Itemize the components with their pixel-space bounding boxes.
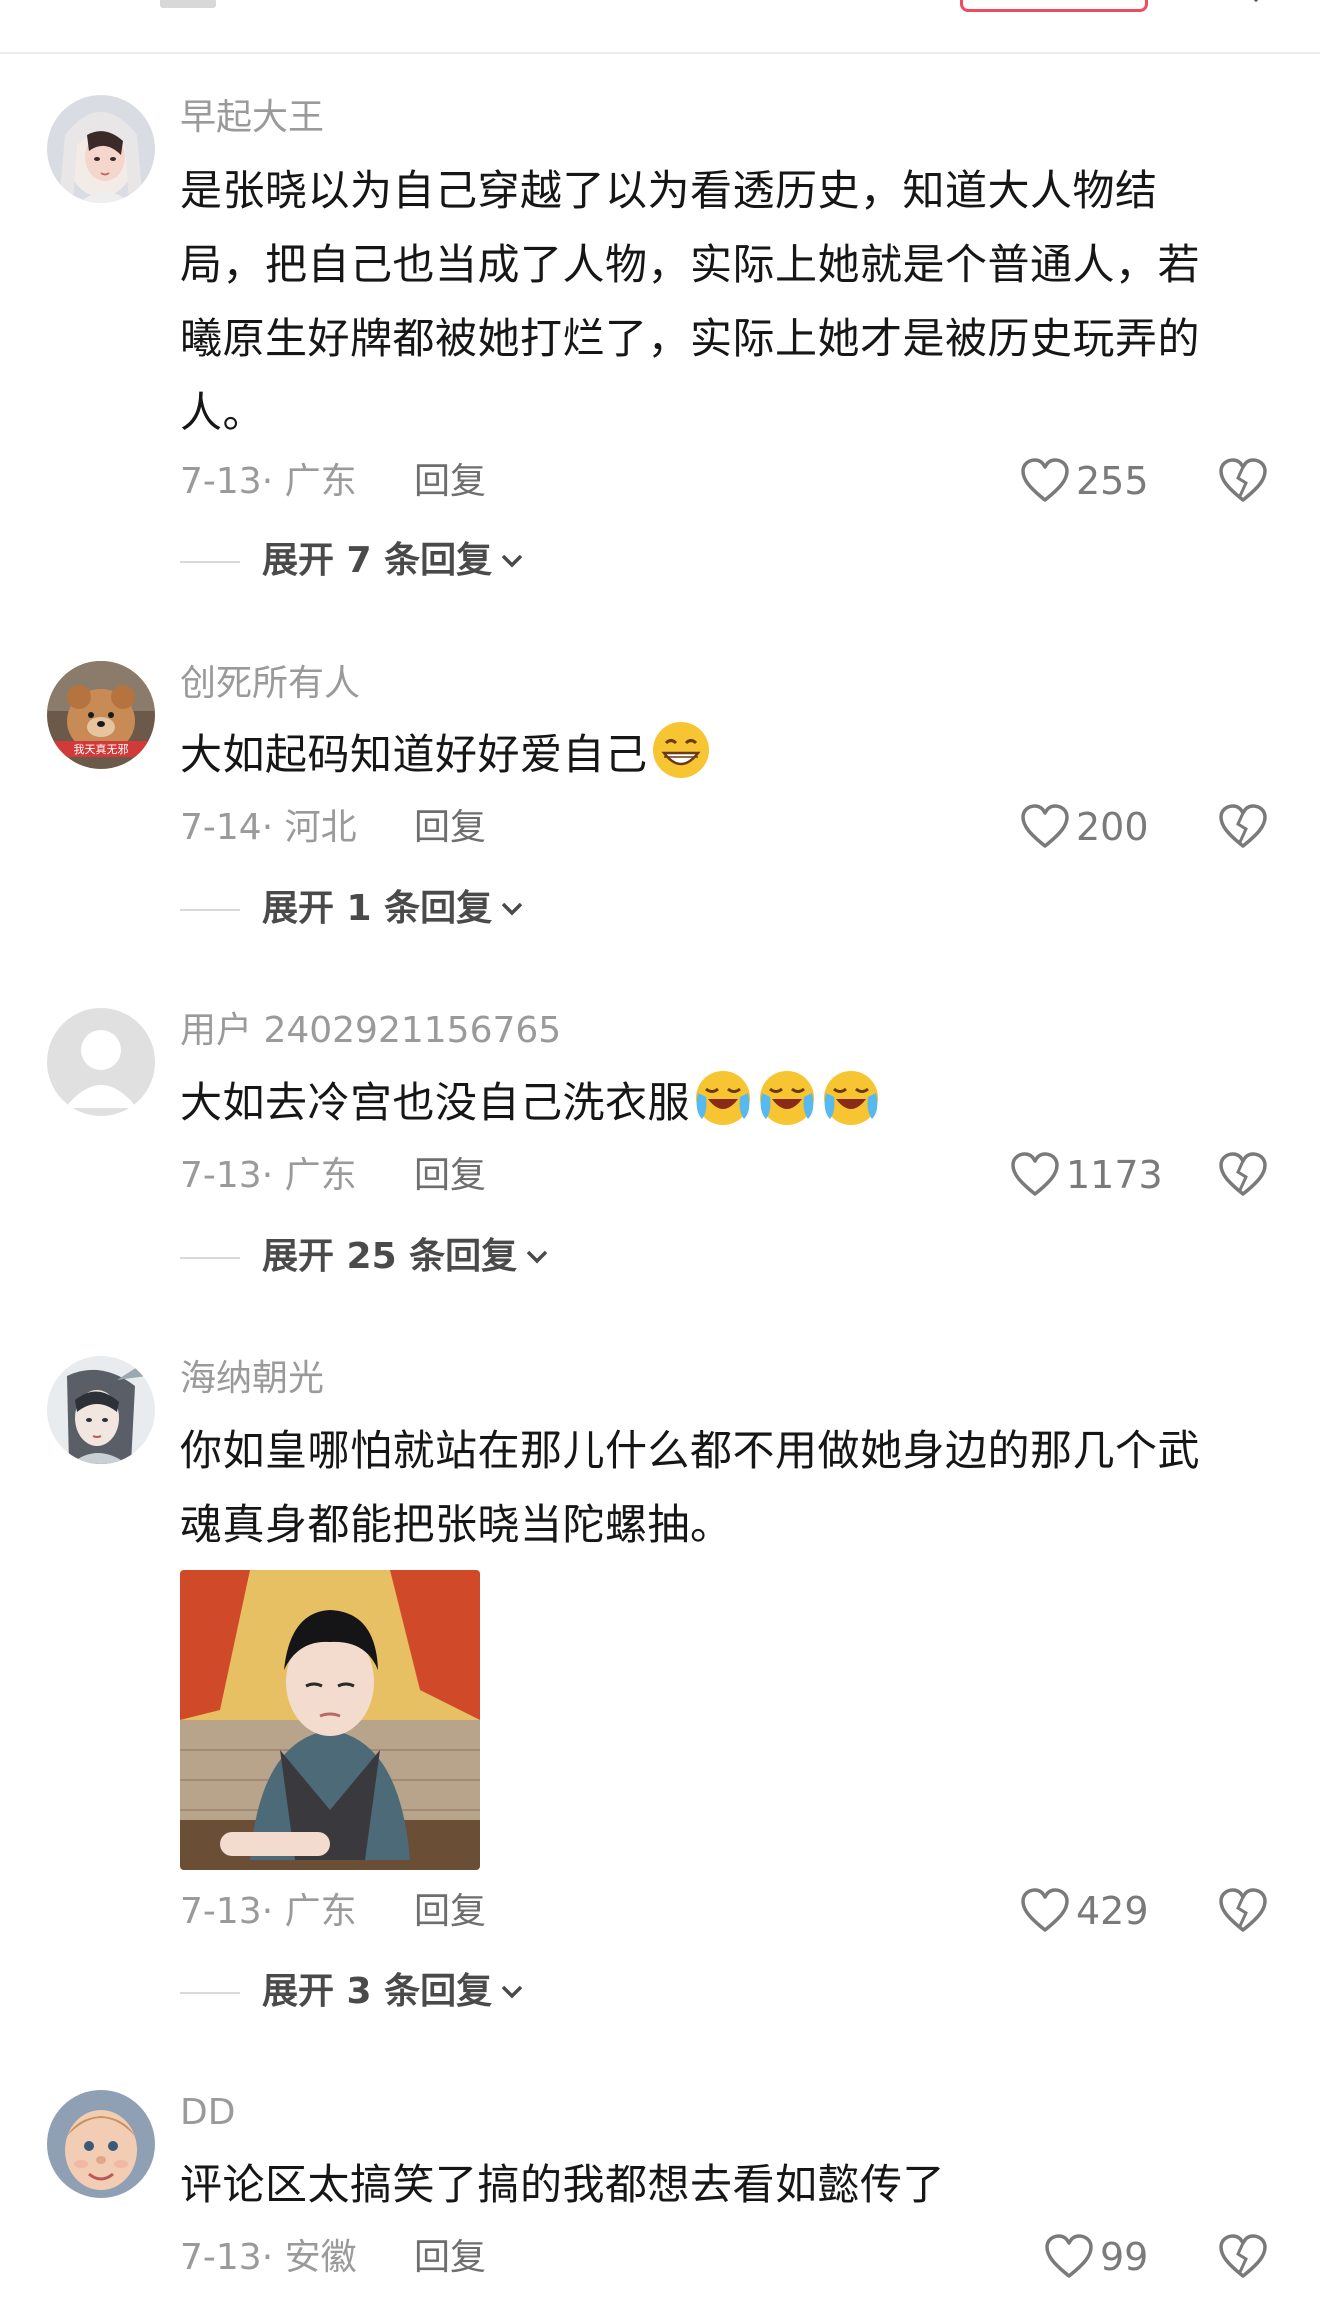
comment-image[interactable] [180, 1570, 480, 1870]
like-count: 255 [1076, 459, 1149, 503]
expand-replies-label: 展开 1 条回复 [262, 888, 493, 929]
username[interactable]: 早起大王 [180, 96, 324, 140]
broken-heart-icon[interactable] [1218, 458, 1268, 504]
like-button[interactable]: 255 [1020, 458, 1149, 504]
crying-laugh-emoji [696, 1071, 751, 1125]
reply-button[interactable]: 回复 [414, 2236, 486, 2280]
expand-divider [180, 909, 240, 911]
crying-laugh-emoji [760, 1071, 815, 1125]
comment-date-location: 7-13· 广东 [180, 1155, 357, 1196]
like-count: 99 [1100, 2235, 1149, 2279]
avatar[interactable] [47, 2090, 155, 2198]
expand-replies-button[interactable]: 展开 25 条回复 [262, 1235, 549, 1279]
grin-emoji [652, 722, 709, 778]
reply-button[interactable]: 回复 [414, 460, 486, 504]
avatar[interactable]: 我天真无邪 [47, 661, 155, 769]
expand-divider [180, 1257, 240, 1259]
follow-button[interactable] [960, 0, 1148, 12]
expand-replies-label: 展开 7 条回复 [262, 540, 493, 581]
username[interactable]: 创死所有人 [180, 662, 360, 706]
avatar-caption: 我天真无邪 [74, 742, 129, 756]
avatar[interactable] [47, 95, 155, 203]
avatar[interactable] [47, 1356, 155, 1464]
broken-heart-icon[interactable] [1218, 1888, 1268, 1934]
expand-replies-button[interactable]: 展开 7 条回复 [262, 539, 524, 583]
reply-button[interactable]: 回复 [414, 1890, 486, 1934]
expand-replies-button[interactable]: 展开 1 条回复 [262, 887, 524, 931]
username[interactable]: DD [180, 2091, 235, 2135]
expand-divider [180, 561, 240, 563]
like-count: 429 [1076, 1889, 1149, 1933]
expand-divider [180, 1992, 240, 1994]
app-logo [160, 0, 216, 8]
heart-outline-icon [1021, 804, 1069, 848]
heart-outline-icon [1021, 1888, 1069, 1932]
broken-heart-icon[interactable] [1218, 1152, 1268, 1198]
crying-laugh-emoji [824, 1071, 879, 1125]
avatar[interactable] [47, 1008, 155, 1116]
username[interactable]: 海纳朝光 [180, 1357, 324, 1401]
chevron-down-icon [526, 1250, 548, 1264]
reply-button[interactable]: 回复 [414, 806, 486, 850]
chevron-down-icon [501, 902, 523, 916]
comment-text-body: 大如起码知道好好爱自己 [180, 730, 648, 779]
comment-date-location: 7-14· 河北 [180, 807, 357, 848]
chevron-down-icon [501, 1985, 523, 1999]
comment-date-location: 7-13· 安徽 [180, 2237, 357, 2278]
like-button[interactable]: 1173 [1010, 1152, 1163, 1198]
like-button[interactable]: 99 [1044, 2234, 1148, 2280]
top-bar [0, 0, 1320, 54]
expand-replies-button[interactable]: 展开 3 条回复 [262, 1970, 524, 2014]
like-count: 200 [1076, 805, 1149, 849]
broken-heart-icon[interactable] [1218, 804, 1268, 850]
comment-text: 大如去冷宫也没自己洗衣服 [180, 1066, 1240, 1140]
heart-outline-icon [1011, 1152, 1059, 1196]
expand-replies-label: 展开 3 条回复 [262, 1971, 493, 2012]
heart-outline-icon [1045, 2234, 1093, 2278]
chevron-down-icon [501, 554, 523, 568]
expand-replies-label: 展开 25 条回复 [262, 1236, 518, 1277]
comment-text: 是张晓以为自己穿越了以为看透历史，知道大人物结局，把自己也当成了人物，实际上她就… [180, 166, 1201, 437]
like-count: 1173 [1066, 1153, 1163, 1197]
comment-text: 评论区太搞笑了搞的我都想去看如懿传了 [180, 2160, 946, 2209]
broken-heart-icon[interactable] [1218, 2234, 1268, 2280]
username[interactable]: 用户 2402921156765 [180, 1009, 561, 1053]
comment-text-body: 大如去冷宫也没自己洗衣服 [180, 1078, 691, 1127]
comment-date-location: 7-13· 广东 [180, 461, 357, 502]
like-button[interactable]: 429 [1020, 1888, 1149, 1934]
comment-text: 大如起码知道好好爱自己 [180, 718, 1240, 792]
comment-text: 你如皇哪怕就站在那儿什么都不用做她身边的那几个武魂真身都能把张晓当陀螺抽。 [180, 1426, 1201, 1549]
chevron-down-icon[interactable] [1246, 0, 1266, 4]
reply-button[interactable]: 回复 [414, 1154, 486, 1198]
comment-date-location: 7-13· 广东 [180, 1891, 357, 1932]
heart-outline-icon [1021, 458, 1069, 502]
like-button[interactable]: 200 [1020, 804, 1149, 850]
